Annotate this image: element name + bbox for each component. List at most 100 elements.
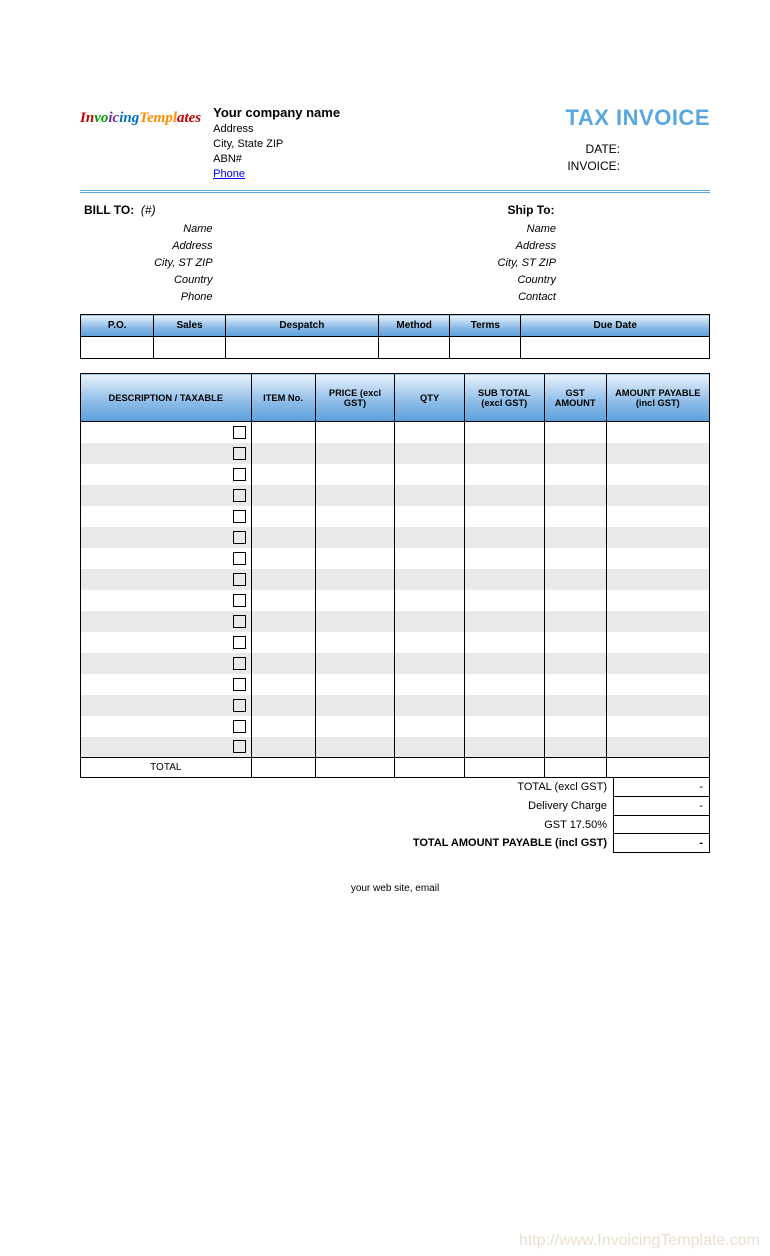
checkbox-icon[interactable] <box>233 573 246 586</box>
cell-subtotal[interactable] <box>464 485 544 506</box>
cell-taxable[interactable] <box>228 506 251 527</box>
cell-gst[interactable] <box>544 611 606 632</box>
cell-gst[interactable] <box>544 653 606 674</box>
cell-gst[interactable] <box>544 716 606 737</box>
cell-gst[interactable] <box>544 506 606 527</box>
cell-gst[interactable] <box>544 737 606 758</box>
cell-item-no[interactable] <box>251 653 315 674</box>
checkbox-icon[interactable] <box>233 552 246 565</box>
cell-description[interactable] <box>81 653 228 674</box>
cell-gst[interactable] <box>544 569 606 590</box>
cell-gst[interactable] <box>544 464 606 485</box>
cell-price[interactable] <box>315 611 395 632</box>
cell-description[interactable] <box>81 590 228 611</box>
cell-qty[interactable] <box>395 464 464 485</box>
cell-description[interactable] <box>81 611 228 632</box>
val-terms[interactable] <box>450 337 521 359</box>
cell-price[interactable] <box>315 737 395 758</box>
cell-taxable[interactable] <box>228 695 251 716</box>
cell-taxable[interactable] <box>228 632 251 653</box>
cell-qty[interactable] <box>395 548 464 569</box>
cell-gst[interactable] <box>544 632 606 653</box>
cell-amount[interactable] <box>606 737 709 758</box>
checkbox-icon[interactable] <box>233 531 246 544</box>
cell-taxable[interactable] <box>228 485 251 506</box>
checkbox-icon[interactable] <box>233 615 246 628</box>
checkbox-icon[interactable] <box>233 740 246 753</box>
company-phone-link[interactable]: Phone <box>213 168 245 180</box>
cell-subtotal[interactable] <box>464 590 544 611</box>
cell-item-no[interactable] <box>251 548 315 569</box>
cell-qty[interactable] <box>395 506 464 527</box>
cell-amount[interactable] <box>606 548 709 569</box>
cell-amount[interactable] <box>606 422 709 443</box>
cell-subtotal[interactable] <box>464 548 544 569</box>
cell-taxable[interactable] <box>228 611 251 632</box>
checkbox-icon[interactable] <box>233 489 246 502</box>
cell-gst[interactable] <box>544 695 606 716</box>
cell-subtotal[interactable] <box>464 443 544 464</box>
cell-description[interactable] <box>81 443 228 464</box>
cell-taxable[interactable] <box>228 590 251 611</box>
cell-description[interactable] <box>81 548 228 569</box>
cell-subtotal[interactable] <box>464 632 544 653</box>
cell-subtotal[interactable] <box>464 506 544 527</box>
checkbox-icon[interactable] <box>233 426 246 439</box>
cell-price[interactable] <box>315 464 395 485</box>
cell-subtotal[interactable] <box>464 611 544 632</box>
cell-qty[interactable] <box>395 527 464 548</box>
cell-taxable[interactable] <box>228 464 251 485</box>
cell-description[interactable] <box>81 737 228 758</box>
checkbox-icon[interactable] <box>233 699 246 712</box>
cell-amount[interactable] <box>606 443 709 464</box>
val-sales[interactable] <box>154 337 225 359</box>
cell-amount[interactable] <box>606 485 709 506</box>
cell-subtotal[interactable] <box>464 464 544 485</box>
cell-amount[interactable] <box>606 569 709 590</box>
val-despatch[interactable] <box>225 337 378 359</box>
cell-amount[interactable] <box>606 653 709 674</box>
cell-item-no[interactable] <box>251 632 315 653</box>
cell-description[interactable] <box>81 632 228 653</box>
cell-subtotal[interactable] <box>464 695 544 716</box>
val-method[interactable] <box>379 337 450 359</box>
cell-description[interactable] <box>81 422 228 443</box>
cell-description[interactable] <box>81 716 228 737</box>
cell-subtotal[interactable] <box>464 737 544 758</box>
cell-price[interactable] <box>315 443 395 464</box>
cell-gst[interactable] <box>544 674 606 695</box>
cell-qty[interactable] <box>395 653 464 674</box>
cell-amount[interactable] <box>606 464 709 485</box>
cell-price[interactable] <box>315 674 395 695</box>
cell-taxable[interactable] <box>228 422 251 443</box>
cell-price[interactable] <box>315 527 395 548</box>
cell-qty[interactable] <box>395 632 464 653</box>
checkbox-icon[interactable] <box>233 468 246 481</box>
cell-taxable[interactable] <box>228 548 251 569</box>
checkbox-icon[interactable] <box>233 594 246 607</box>
cell-item-no[interactable] <box>251 485 315 506</box>
cell-gst[interactable] <box>544 590 606 611</box>
cell-item-no[interactable] <box>251 674 315 695</box>
checkbox-icon[interactable] <box>233 447 246 460</box>
cell-gst[interactable] <box>544 548 606 569</box>
cell-item-no[interactable] <box>251 527 315 548</box>
cell-qty[interactable] <box>395 737 464 758</box>
cell-amount[interactable] <box>606 695 709 716</box>
cell-item-no[interactable] <box>251 443 315 464</box>
cell-item-no[interactable] <box>251 569 315 590</box>
cell-qty[interactable] <box>395 716 464 737</box>
cell-item-no[interactable] <box>251 422 315 443</box>
cell-subtotal[interactable] <box>464 653 544 674</box>
cell-item-no[interactable] <box>251 611 315 632</box>
cell-amount[interactable] <box>606 590 709 611</box>
cell-description[interactable] <box>81 569 228 590</box>
cell-qty[interactable] <box>395 569 464 590</box>
cell-price[interactable] <box>315 695 395 716</box>
cell-gst[interactable] <box>544 485 606 506</box>
cell-qty[interactable] <box>395 674 464 695</box>
cell-qty[interactable] <box>395 590 464 611</box>
cell-qty[interactable] <box>395 422 464 443</box>
val-po[interactable] <box>81 337 154 359</box>
val-due-date[interactable] <box>521 337 710 359</box>
